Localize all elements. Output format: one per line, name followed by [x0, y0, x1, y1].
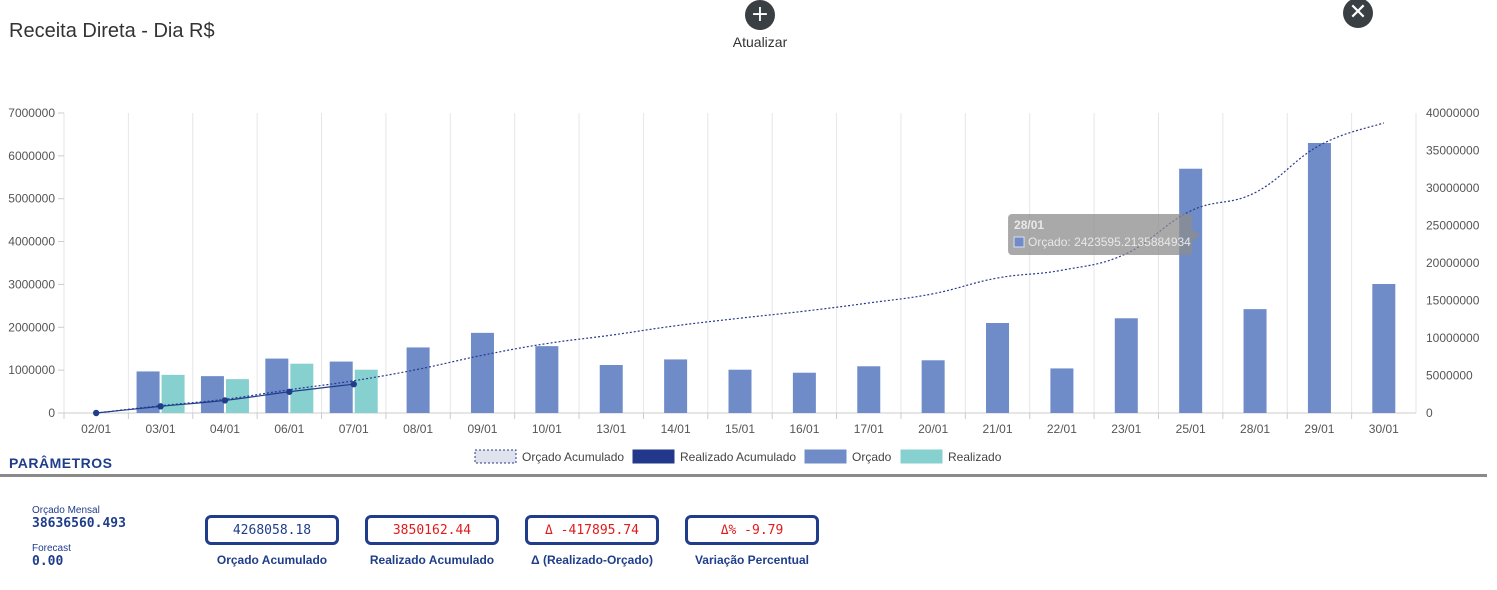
right-axis-tick-label: 25000000: [1426, 219, 1480, 233]
left-axis-tick-label: 2000000: [8, 320, 55, 334]
bar-orcado: [664, 359, 688, 413]
bar-orcado: [329, 361, 353, 413]
left-axis-tick-label: 1000000: [8, 363, 55, 377]
point-realizado-acumulado: [286, 388, 293, 395]
left-axis-tick-label: 7000000: [8, 106, 55, 120]
left-axis-tick-label: 5000000: [8, 192, 55, 206]
bar-orcado: [1114, 318, 1138, 413]
legend-swatch: [632, 449, 675, 464]
x-axis-tick-label: 03/01: [146, 422, 176, 436]
bar-orcado: [1372, 284, 1396, 413]
left-axis-tick-label: 6000000: [8, 149, 55, 163]
legend-swatch: [804, 449, 847, 464]
bar-orcado: [857, 366, 881, 413]
right-axis-tick-label: 10000000: [1426, 331, 1480, 345]
point-realizado-acumulado: [157, 403, 164, 410]
right-axis-tick-label: 30000000: [1426, 181, 1480, 195]
bar-orcado: [986, 323, 1010, 413]
legend-label: Orçado: [852, 450, 892, 464]
bar-orcado: [406, 347, 430, 413]
forecast-value: 0.00: [32, 554, 64, 569]
legend-swatch: [474, 449, 517, 464]
x-axis-tick-label: 22/01: [1047, 422, 1077, 436]
point-realizado-acumulado: [92, 409, 100, 417]
bar-realizado: [354, 369, 378, 413]
legend-swatch: [900, 449, 943, 464]
x-axis-tick-label: 21/01: [983, 422, 1013, 436]
x-axis-tick-label: 13/01: [596, 422, 626, 436]
forecast-label: Forecast: [32, 543, 71, 554]
right-axis-tick-label: 0: [1426, 406, 1433, 420]
left-axis-tick-label: 4000000: [8, 235, 55, 249]
params-divider: [0, 474, 1487, 477]
bar-realizado: [161, 374, 185, 413]
params-title: PARÂMETROS: [9, 455, 113, 471]
point-realizado-acumulado: [350, 381, 357, 388]
bar-realizado: [225, 379, 249, 413]
bar-orcado: [265, 358, 289, 413]
kpi-variacao: Δ% -9.79 Variação Percentual: [682, 515, 822, 567]
kpi-value: 4268058.18: [205, 515, 339, 545]
tooltip-text: Orçado: 2423595.2135884934: [1028, 235, 1191, 249]
x-axis-tick-label: 25/01: [1176, 422, 1206, 436]
kpi-label: Realizado Acumulado: [369, 553, 495, 567]
kpi-delta: Δ -417895.74 Δ (Realizado-Orçado): [522, 515, 662, 567]
tooltip-title: 28/01: [1014, 218, 1044, 232]
x-axis-tick-label: 20/01: [918, 422, 948, 436]
right-axis-tick-label: 20000000: [1426, 256, 1480, 270]
x-axis-tick-label: 28/01: [1240, 422, 1270, 436]
point-realizado-acumulado: [221, 397, 229, 404]
bar-orcado: [470, 332, 494, 413]
kpi-label: Δ (Realizado-Orçado): [531, 553, 653, 567]
x-axis-tick-label: 17/01: [854, 422, 884, 436]
x-axis-tick-label: 06/01: [274, 422, 304, 436]
bar-orcado: [599, 365, 623, 413]
bar-orcado: [535, 346, 559, 413]
kpi-label: Orçado Acumulado: [216, 553, 328, 567]
bar-orcado: [1307, 143, 1331, 413]
left-axis-tick-label: 3000000: [8, 277, 55, 291]
tooltip-swatch: [1013, 236, 1025, 248]
x-axis-tick-label: 10/01: [532, 422, 562, 436]
legend-label: Realizado Acumulado: [680, 450, 796, 464]
legend-label: Orçado Acumulado: [522, 450, 624, 464]
kpi-realizado-acumulado: 3850162.44 Realizado Acumulado: [362, 515, 502, 567]
chart: 7000000 6000000 5000000 4000000 3000000 20000…: [8, 106, 1480, 464]
kpi-value: 3850162.44: [365, 515, 499, 545]
bar-orcado: [921, 360, 945, 413]
bar-orcado: [1050, 368, 1074, 413]
x-axis-tick-label: 07/01: [339, 422, 369, 436]
kpi-label: Variação Percentual: [694, 553, 810, 567]
x-axis-tick-label: 30/01: [1369, 422, 1399, 436]
right-axis-tick-label: 5000000: [1426, 369, 1473, 383]
right-axis-tick-label: 40000000: [1426, 106, 1480, 120]
bar-orcado: [1179, 168, 1203, 413]
kpi-value: Δ% -9.79: [685, 515, 819, 545]
x-axis-tick-label: 04/01: [210, 422, 240, 436]
x-axis-tick-label: 15/01: [725, 422, 755, 436]
bar-orcado: [200, 376, 224, 413]
left-axis-tick-label: 0: [48, 406, 55, 420]
orcado-mensal-label: Orçado Mensal: [32, 505, 100, 516]
x-axis-tick-label: 09/01: [467, 422, 497, 436]
x-axis-tick-label: 23/01: [1111, 422, 1141, 436]
orcado-mensal-value: 38636560.493: [32, 516, 126, 531]
right-axis-tick-label: 15000000: [1426, 294, 1480, 308]
right-axis-tick-label: 35000000: [1426, 144, 1480, 158]
bar-orcado: [792, 372, 816, 413]
params-info: Orçado Mensal 38636560.493 Forecast 0.00: [32, 505, 126, 581]
legend-label: Realizado: [948, 450, 1002, 464]
x-axis-tick-label: 08/01: [403, 422, 433, 436]
kpi-value: Δ -417895.74: [525, 515, 659, 545]
x-axis-tick-label: 02/01: [81, 422, 111, 436]
bar-orcado: [728, 369, 752, 413]
bar-orcado: [1243, 309, 1267, 413]
bar-realizado: [290, 363, 314, 413]
x-axis-tick-label: 16/01: [789, 422, 819, 436]
kpi-orcado-acumulado: 4268058.18 Orçado Acumulado: [202, 515, 342, 567]
x-axis-tick-label: 14/01: [661, 422, 691, 436]
x-axis-tick-label: 29/01: [1304, 422, 1334, 436]
